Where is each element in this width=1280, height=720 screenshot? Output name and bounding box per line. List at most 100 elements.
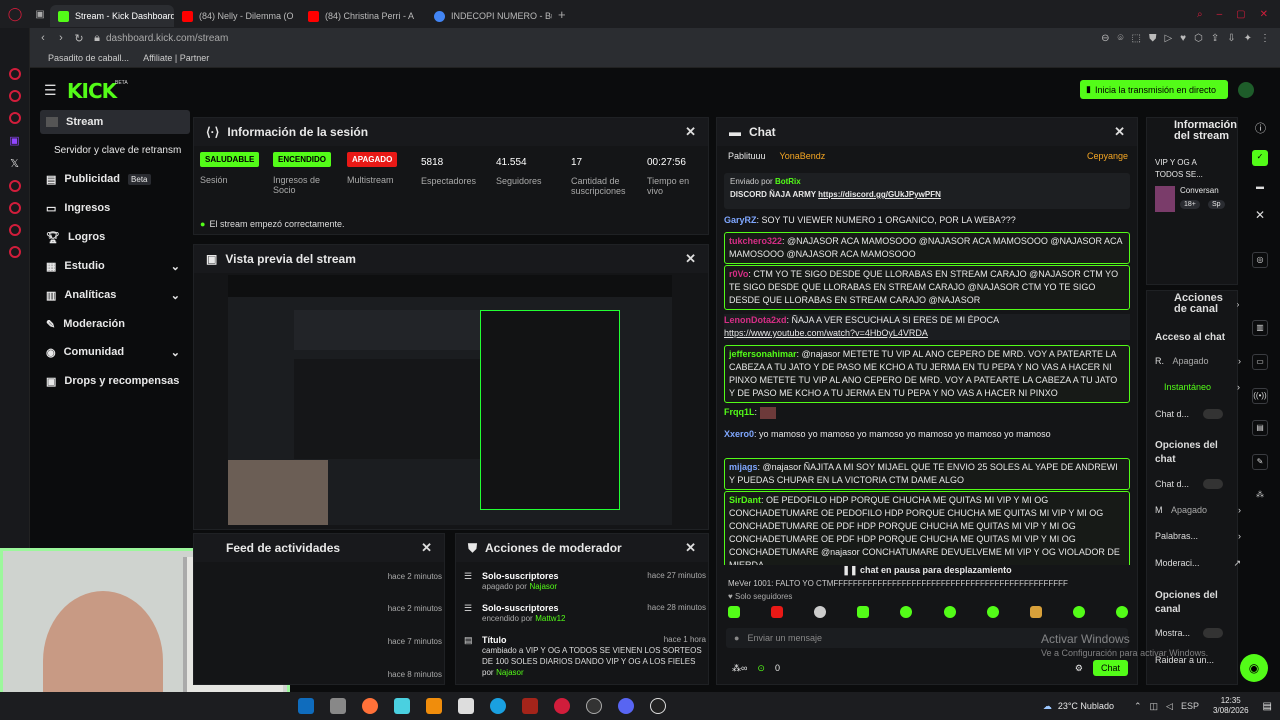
emote-icon[interactable] [986,606,999,618]
close-icon[interactable]: ✕ [1252,208,1268,224]
kick-logo[interactable]: KICK [67,79,117,103]
heart-icon[interactable]: ♥ [1180,33,1186,44]
sidebar-item-stream[interactable]: Stream [40,110,190,134]
vlc-icon[interactable] [426,698,442,714]
player-icon[interactable] [8,180,21,192]
settings-gear-icon[interactable]: ⚙ [1075,663,1083,674]
workspace-icon[interactable]: ▣ [30,9,50,20]
volume-icon[interactable]: ◁ [1166,701,1173,712]
gifter-cepyange[interactable]: Cepyange [1087,151,1128,161]
mode-setting[interactable]: M Apagado › [1155,505,1241,515]
download-icon[interactable]: ⇩ [1227,33,1235,44]
share-icon[interactable]: ⇪ [1211,33,1219,44]
emote-icon[interactable] [1115,606,1128,618]
emote-picker-icon[interactable]: ⁂∞ [732,663,747,674]
twitch-icon[interactable]: ▣ [0,134,29,147]
settings-icon[interactable] [8,246,21,258]
zoom-icon[interactable]: ⊖ [1101,33,1109,44]
sidebar-item-moderacion[interactable]: ✎ Moderación [40,312,190,336]
layout-icon[interactable]: ▬ [1252,180,1268,196]
sidebar-item-server-key[interactable]: Servidor y clave de retransm [40,138,190,162]
toggle-switch[interactable] [1203,479,1223,489]
emote-icon[interactable] [814,606,827,618]
back-icon[interactable]: ‹ [34,32,52,44]
menu-icon[interactable]: ⋮ [1260,33,1270,44]
discord-icon[interactable] [618,698,634,714]
search-tabs-icon[interactable]: ⌕ [1197,9,1203,20]
banned-words-setting[interactable]: Palabras... › [1155,531,1241,541]
opera-gx-icon[interactable] [554,698,570,714]
messenger-icon[interactable] [8,90,21,102]
close-icon[interactable]: ✕ [685,124,696,140]
obs-icon[interactable] [586,698,602,714]
aria-icon[interactable] [8,68,21,80]
file-explorer-icon[interactable] [330,698,346,714]
gifter-pablituuu[interactable]: Pablituuu [728,151,766,161]
store-icon[interactable] [458,698,474,714]
gifter-yonabendz[interactable]: YonaBendz [780,151,826,161]
camera-icon[interactable]: ⌾ [1118,33,1124,44]
maximize-icon[interactable]: ▢ [1236,9,1245,20]
close-icon[interactable]: ✕ [685,540,696,556]
bookmark-pasadito[interactable]: Pasadito de caball... [48,53,129,63]
emote-icon[interactable] [771,606,784,618]
camera-icon[interactable]: ◎ [1252,252,1268,268]
clock[interactable]: 12:35 3/08/2026 [1213,696,1249,716]
chat-icon[interactable]: ▭ [1252,354,1268,370]
wrench-icon[interactable]: ✎ [1252,454,1268,470]
avatar[interactable] [1238,82,1254,98]
extensions-rail-icon[interactable] [8,224,21,236]
language-indicator[interactable]: ESP [1181,701,1199,712]
sidebar-item-drops[interactable]: ▣ Drops y recompensas [40,369,190,393]
tab-kick-dashboard[interactable]: Stream - Kick Dashboard [50,5,174,27]
close-icon[interactable]: ✕ [1114,124,1125,140]
snapshot-icon[interactable]: ⬚ [1132,33,1141,44]
hamburger-icon[interactable]: ☰ [44,82,57,99]
toggle-switch[interactable] [1203,409,1223,419]
youtube-link[interactable]: https://www.youtube.com/watch?v=4HbOyL4V… [724,328,928,338]
start-live-button[interactable]: ▮ Inicia la transmisión en directo [1080,80,1228,99]
reload-icon[interactable]: ↻ [70,32,88,45]
check-icon[interactable]: ✓ [1252,150,1268,166]
sidebar-item-ingresos[interactable]: ▭ Ingresos [40,196,190,220]
new-tab-button[interactable]: + [552,7,572,22]
firefox-icon[interactable] [362,698,378,714]
panel-icon[interactable]: ▥ [1252,320,1268,336]
chevron-up-icon[interactable]: ⌃ [1134,701,1142,712]
extensions-icon[interactable]: ⬡ [1194,33,1203,44]
chat-paused-banner[interactable]: ❚❚ chat en pausa para desplazamiento [724,565,1130,576]
play-icon[interactable]: ▷ [1164,33,1172,44]
media-player-icon[interactable] [650,698,666,714]
pinned-message[interactable]: Enviado por BotRix DISCORD ÑAJA ARMY htt… [724,173,1130,209]
chevron-right-icon[interactable]: › [1230,298,1246,314]
moderation-link[interactable]: Moderaci... ↗ [1155,558,1241,569]
edge-icon[interactable] [490,698,506,714]
close-icon[interactable]: ✕ [421,540,432,556]
broadcast-icon[interactable]: ((•)) [1252,388,1268,404]
sidebar-item-comunidad[interactable]: ◉ Comunidad ⌄ [40,340,190,364]
tab-youtube-christina[interactable]: (84) Christina Perri - A [300,5,426,27]
emote-icon[interactable] [1029,606,1042,618]
emote-icon[interactable] [1072,606,1085,618]
chat-delay-toggle-row[interactable]: Chat d... [1155,409,1241,419]
pinned-link[interactable]: https://discord.gg/GUkJPywPFN [818,190,941,199]
outlook-icon[interactable] [298,698,314,714]
tab-youtube-nelly[interactable]: (84) Nelly - Dilemma (O [174,5,300,27]
document-icon[interactable]: ▤ [1252,420,1268,436]
rate-setting[interactable]: R. Apagado › [1155,356,1241,366]
emote-icon[interactable] [900,606,913,618]
emote-icon[interactable] [857,606,870,618]
info-circle-icon[interactable]: ⓘ [1255,120,1266,136]
send-chat-button[interactable]: Chat [1092,660,1128,676]
dota-icon[interactable] [522,698,538,714]
shield-icon[interactable]: ⛊ [1149,33,1157,44]
url-field[interactable]: dashboard.kick.com/stream [106,33,228,44]
sidebar-item-publicidad[interactable]: ▤ Publicidad Beta [40,167,190,191]
category-label[interactable]: Conversan [1180,186,1219,195]
support-chat-button[interactable]: ◉ [1240,654,1268,682]
sidebar-item-analiticas[interactable]: ▥ Analíticas ⌄ [40,283,190,307]
close-window-icon[interactable]: ✕ [1260,9,1268,20]
emote-icon[interactable] [943,606,956,618]
users-icon[interactable]: ⁂ [1252,488,1268,504]
music-icon[interactable] [8,112,21,124]
